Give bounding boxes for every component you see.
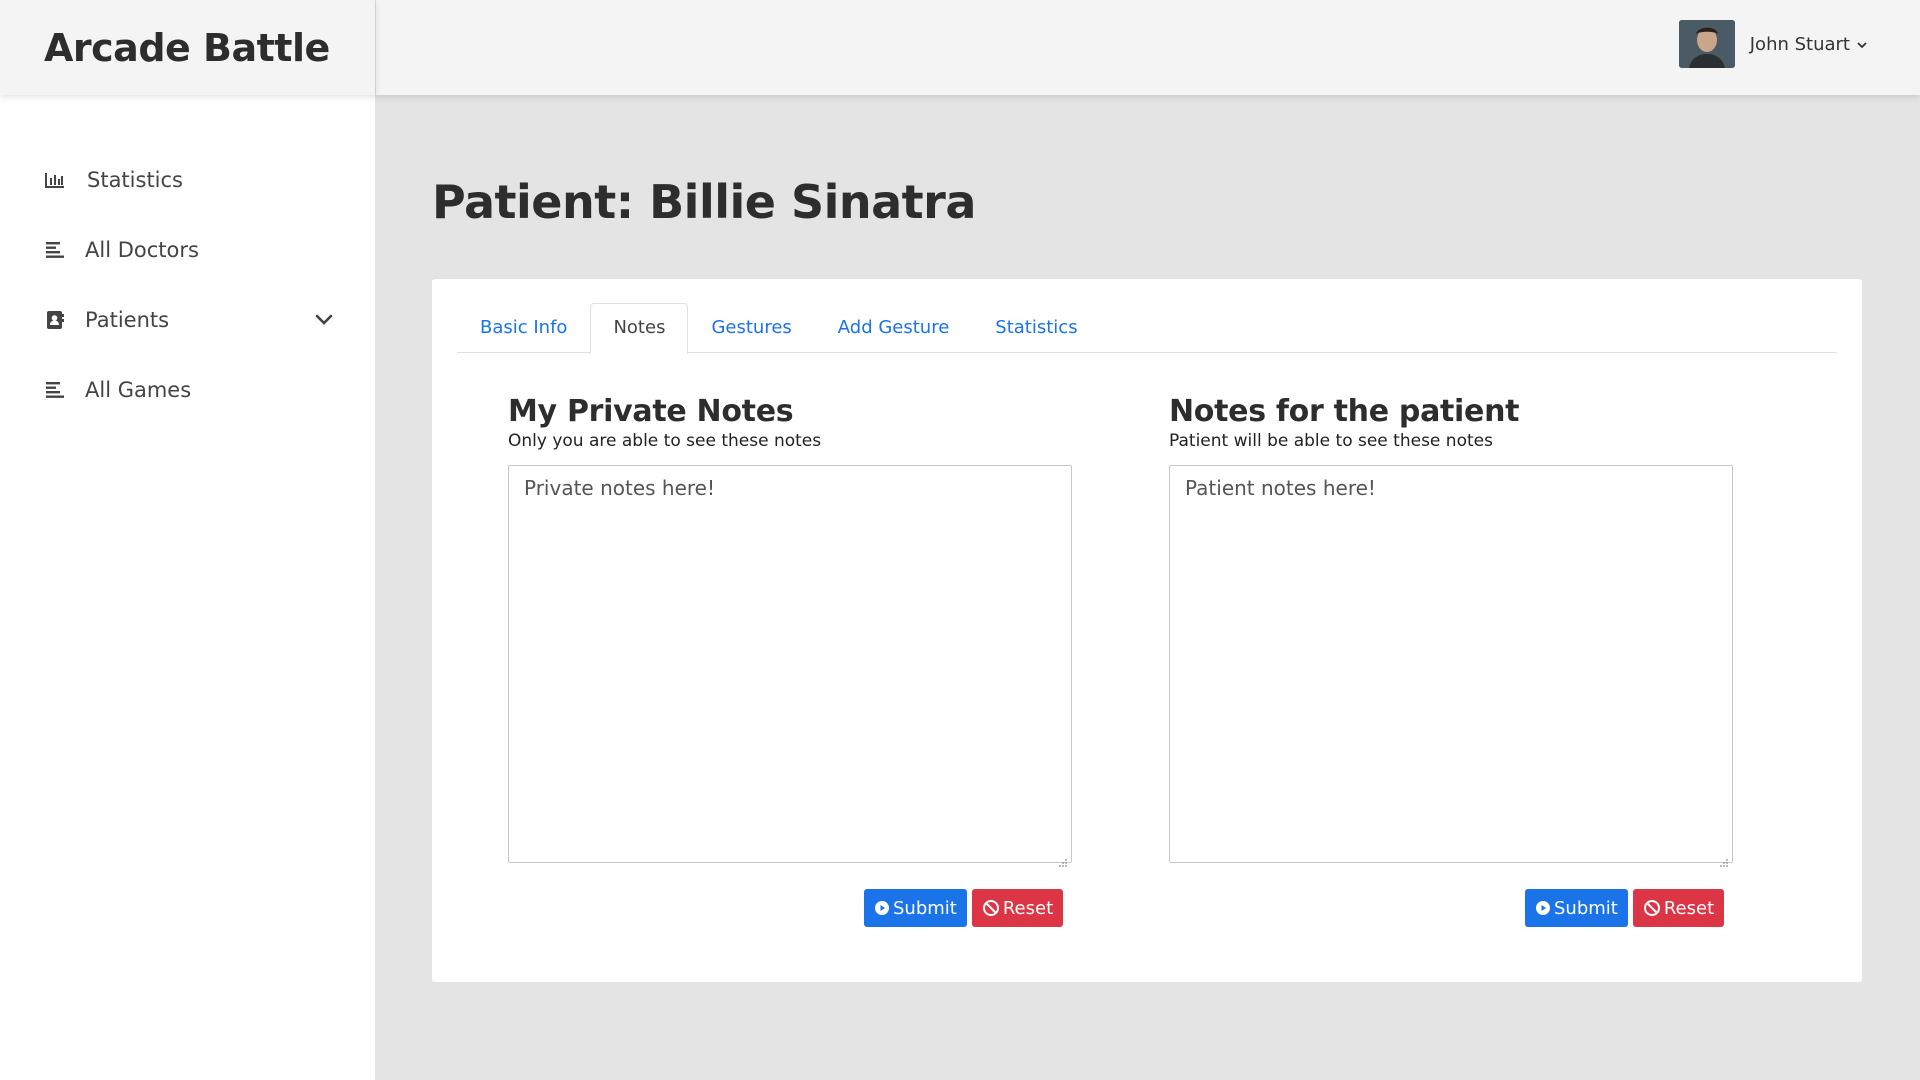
play-circle-icon (1536, 901, 1550, 915)
main-content: Patient: Billie Sinatra Basic Info Notes… (375, 95, 1920, 1080)
brand-header: Arcade Battle (0, 0, 375, 95)
patient-notes-actions: Submit Reset (1525, 889, 1725, 927)
user-menu[interactable]: John Stuart (1678, 20, 1868, 68)
private-notes-submit-button[interactable]: Submit (864, 889, 967, 927)
page-title: Patient: Billie Sinatra (432, 175, 976, 229)
private-notes-textarea[interactable]: Private notes here! (508, 465, 1072, 867)
ban-icon (1643, 900, 1660, 916)
sidebar-item-label: All Doctors (85, 238, 199, 262)
private-notes-reset-button[interactable]: Reset (971, 889, 1064, 927)
sidebar-item-label: All Games (85, 378, 192, 402)
sidebar-item-label: Statistics (87, 168, 183, 192)
reset-label: Reset (1663, 897, 1715, 919)
ban-icon (982, 900, 999, 916)
top-bar: John Stuart (375, 0, 1920, 95)
notes-card: Basic Info Notes Gestures Add Gesture St… (432, 279, 1862, 982)
submit-label: Submit (893, 897, 957, 919)
user-name: John Stuart (1749, 33, 1850, 55)
patient-notes-reset-button[interactable]: Reset (1632, 889, 1725, 927)
chevron-down-icon[interactable] (313, 309, 335, 331)
patient-notes-title: Notes for the patient (1169, 394, 1520, 429)
chevron-down-icon (1856, 35, 1868, 54)
tab-basic-info[interactable]: Basic Info (457, 303, 590, 353)
tab-gestures[interactable]: Gestures (688, 303, 814, 353)
sidebar-item-all-games[interactable]: All Games (0, 355, 375, 425)
private-notes-value: Private notes here! (524, 476, 716, 500)
patient-notes-submit-button[interactable]: Submit (1525, 889, 1628, 927)
brand-title[interactable]: Arcade Battle (44, 26, 330, 70)
sidebar: Arcade Battle Statistics All Doctors Pat… (0, 0, 375, 1080)
tab-statistics[interactable]: Statistics (972, 303, 1100, 353)
private-notes-subtitle: Only you are able to see these notes (508, 431, 822, 451)
private-notes-actions: Submit Reset (864, 889, 1064, 927)
private-notes-title: My Private Notes (508, 394, 794, 429)
tab-notes[interactable]: Notes (590, 303, 689, 354)
patient-notes-textarea[interactable]: Patient notes here! (1169, 465, 1733, 867)
tab-add-gesture[interactable]: Add Gesture (815, 303, 973, 353)
sidebar-item-all-doctors[interactable]: All Doctors (0, 215, 375, 285)
tab-bar: Basic Info Notes Gestures Add Gesture St… (457, 303, 1837, 354)
sidebar-item-patients[interactable]: Patients (0, 285, 375, 355)
resize-grip-icon[interactable] (1058, 849, 1068, 867)
sidebar-nav: Statistics All Doctors Patients All Game… (0, 145, 375, 425)
reset-label: Reset (1002, 897, 1054, 919)
submit-label: Submit (1554, 897, 1618, 919)
bar-chart-icon (43, 168, 67, 192)
list-icon (43, 238, 67, 262)
sidebar-item-statistics[interactable]: Statistics (0, 145, 375, 215)
avatar (1678, 20, 1735, 68)
patient-notes-subtitle: Patient will be able to see these notes (1169, 431, 1493, 451)
contact-book-icon (43, 308, 67, 332)
patient-notes-value: Patient notes here! (1185, 476, 1376, 500)
sidebar-item-label: Patients (85, 308, 170, 332)
play-circle-icon (875, 901, 889, 915)
private-notes-section: My Private Notes Only you are able to se… (508, 394, 1074, 867)
resize-grip-icon[interactable] (1719, 849, 1729, 867)
patient-notes-section: Notes for the patient Patient will be ab… (1169, 394, 1735, 867)
list-icon (43, 378, 67, 402)
